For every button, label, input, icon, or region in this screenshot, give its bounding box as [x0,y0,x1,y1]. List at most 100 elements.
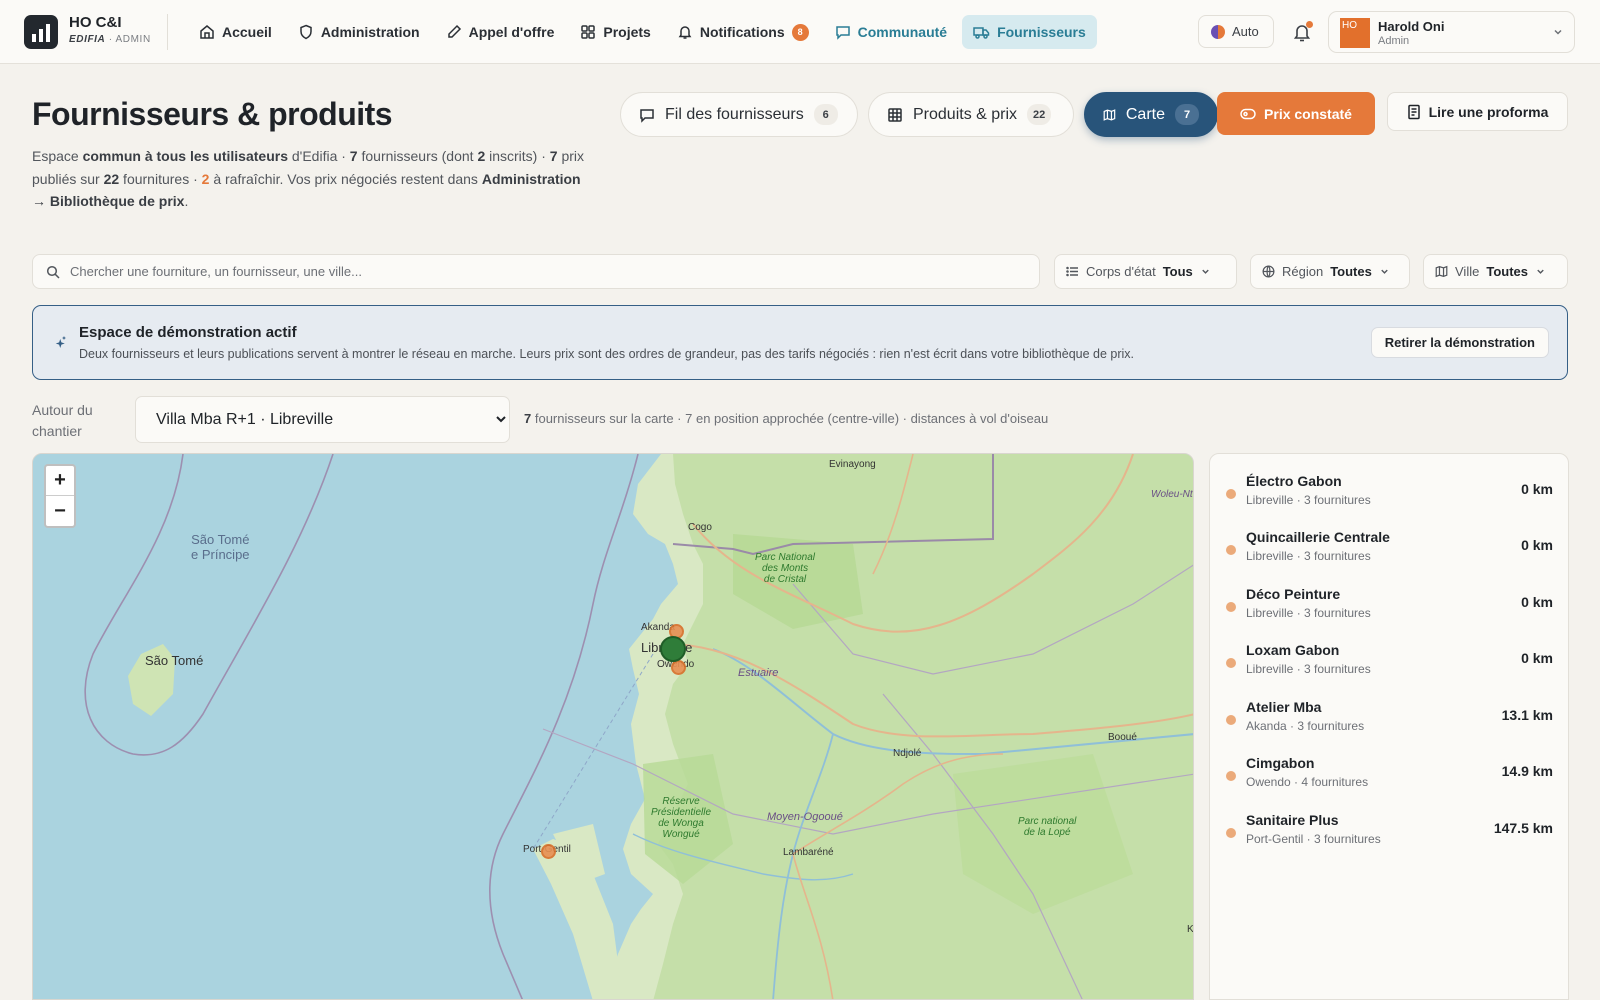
supplier-dot [1226,715,1236,725]
site-select[interactable]: Villa Mba R+1 · Libreville [135,396,510,443]
supplier-distance: 0 km [1521,481,1553,497]
remove-demo-button[interactable]: Retirer la démonstration [1370,327,1549,358]
chevron-down-icon [1554,29,1562,35]
nav-item-communaute[interactable]: Communauté [824,15,958,49]
chevron-down-icon [1537,269,1544,274]
supplier-name: Atelier Mba [1246,699,1322,715]
map-label-moyen-ogooue: Moyen-Ogooué [767,811,843,823]
city-filter-dropdown[interactable]: Ville Toutes [1423,254,1568,289]
map-label-saotome: São Tomé [145,653,204,668]
map-icon [1435,265,1448,278]
map-label-evinayong: Evinayong [829,459,876,470]
bell-icon [678,26,692,39]
supplier-name: Quincaillerie Centrale [1246,529,1390,545]
nav-label: Administration [320,24,420,40]
list-item[interactable]: Sanitaire Plus Port-Gentil · 3 fournitur… [1210,793,1568,849]
region-filter-dropdown[interactable]: Région Toutes [1250,254,1410,289]
trade-filter-dropdown[interactable]: Corps d'état Tous [1054,254,1237,289]
list-item[interactable]: Quincaillerie Centrale Libreville · 3 fo… [1210,510,1568,566]
price-seen-button[interactable]: Prix constaté [1217,92,1375,135]
nav-item-notifications[interactable]: Notifications 8 [666,15,820,49]
divider [167,14,168,50]
supplier-distance: 0 km [1521,594,1553,610]
user-name: Harold Oni [1378,19,1445,34]
list-item[interactable]: Loxam Gabon Libreville · 3 fournitures 0… [1210,623,1568,679]
search-input[interactable] [70,264,970,279]
nav-item-projets[interactable]: Projets [569,15,661,49]
supplier-sub: Owendo · 4 fournitures [1246,775,1369,789]
supplier-distance: 14.9 km [1501,763,1553,779]
nav-label: Notifications [699,24,785,40]
site-marker[interactable] [660,636,686,662]
globe-icon [1262,265,1275,278]
supplier-name: Sanitaire Plus [1246,812,1339,828]
supplier-distance: 13.1 km [1501,707,1553,723]
supplier-sub: Libreville · 3 fournitures [1246,549,1371,563]
search-icon [46,265,60,279]
main-nav: Accueil Administration Appel d'offre Pro… [188,15,1101,49]
chat-icon [835,26,850,40]
app-logo[interactable] [24,15,58,49]
map-label-booue: Booué [1108,732,1137,743]
list-item[interactable]: Atelier Mba Akanda · 3 fournitures 13.1 … [1210,680,1568,736]
supplier-marker[interactable] [671,660,686,675]
theme-icon [1211,24,1225,39]
search-field[interactable] [32,254,1040,289]
tab-label: Fil des fournisseurs [665,105,804,123]
grid-icon [581,25,596,39]
supplier-marker[interactable] [541,844,556,859]
map-label-lambarene: Lambaréné [783,847,834,858]
tab-products-prices[interactable]: Produits & prix 22 [868,92,1074,137]
supplier-name: Cimgabon [1246,755,1315,771]
supplier-list: Électro Gabon Libreville · 3 fournitures… [1209,453,1569,1000]
nav-item-accueil[interactable]: Accueil [188,15,283,49]
supplier-distance: 147.5 km [1493,820,1553,836]
map-label-cogo: Cogo [688,522,712,533]
zoom-control: + − [44,464,76,528]
truck-icon [973,27,990,39]
nav-item-appel-offre[interactable]: Appel d'offre [435,15,566,49]
list-item[interactable]: Cimgabon Owendo · 4 fournitures 14.9 km [1210,736,1568,792]
supplier-map[interactable]: + − São Tomé e Príncipe São Tomé Evinayo… [32,453,1194,1000]
filter-label: Région [1282,264,1324,279]
supplier-dot [1226,771,1236,781]
nav-label: Appel d'offre [468,24,555,40]
tab-count: 22 [1027,104,1052,125]
tab-count: 7 [1175,104,1199,125]
map-label-estuaire: Estuaire [738,667,779,679]
supplier-dot [1226,545,1236,555]
filter-label: Ville [1455,264,1480,279]
supplier-sub: Port-Gentil · 3 fournitures [1246,832,1381,846]
pen-icon [447,24,461,38]
map-label-monts-cristal: Parc National des Monts de Cristal [755,552,816,585]
zoom-out-button[interactable]: − [46,496,74,526]
map-info: 7 fournisseurs sur la carte · 7 en posit… [524,411,1049,426]
tab-map[interactable]: Carte 7 [1084,92,1218,137]
supplier-sub: Libreville · 3 fournitures [1246,606,1371,620]
read-proforma-button[interactable]: Lire une proforma [1387,92,1568,131]
page-description: Espace commun à tous les utilisateurs d'… [32,148,585,209]
notifications-bell-button[interactable] [1290,20,1314,44]
around-site-label: Autour du chantier [32,402,93,439]
top-bar: HO C&I EDIFIA · ADMIN Accueil Administra… [0,0,1600,64]
tab-supplier-feed[interactable]: Fil des fournisseurs 6 [620,92,858,137]
list-item[interactable]: Déco Peinture Libreville · 3 fournitures… [1210,567,1568,623]
list-item[interactable]: Électro Gabon Libreville · 3 fournitures… [1210,454,1568,510]
theme-toggle-button[interactable]: Auto [1198,15,1274,48]
zoom-in-button[interactable]: + [46,466,74,496]
tab-count: 6 [813,104,838,125]
tab-label: Carte [1125,105,1165,123]
demo-banner: Espace de démonstration actif Deux fourn… [32,305,1568,380]
list-icon [1066,266,1078,277]
nav-item-administration[interactable]: Administration [287,15,431,49]
nav-label: Projets [603,24,651,40]
nav-item-fournisseurs[interactable]: Fournisseurs [962,15,1097,49]
table-icon [888,107,902,122]
filter-value: Tous [1162,264,1193,279]
app-org: EDIFIA · ADMIN [69,34,151,45]
shield-icon [300,24,312,40]
theme-label: Auto [1232,24,1259,39]
user-menu[interactable]: HO Harold Oni Admin [1328,11,1575,53]
supplier-name: Électro Gabon [1246,473,1342,489]
supplier-dot [1226,602,1236,612]
